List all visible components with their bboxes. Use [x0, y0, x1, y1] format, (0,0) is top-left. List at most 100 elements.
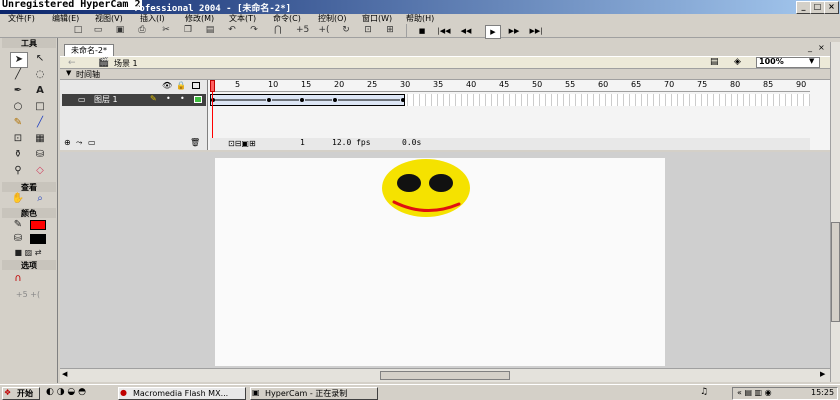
menu-edit[interactable]: 编辑(E)	[52, 13, 79, 24]
menu-text[interactable]: 文本(T)	[229, 13, 256, 24]
fill-color-icon[interactable]: ⛁	[10, 232, 26, 246]
onion-skin-icons[interactable]: ⊡⊟▣⊞	[228, 139, 256, 148]
brush-tool-icon[interactable]: ╱	[32, 116, 48, 130]
lasso-tool-icon[interactable]: ◌	[32, 68, 48, 82]
quicklaunch-icons[interactable]: ◐ ◑ ◒ ◓	[46, 387, 86, 397]
pencil-tool-icon[interactable]: ✎	[10, 116, 26, 130]
vscroll-thumb[interactable]	[831, 222, 840, 322]
delete-layer-icon[interactable]: 🗑	[190, 138, 200, 147]
line-tool-icon[interactable]: ╱	[10, 68, 26, 82]
save-icon[interactable]: ▣	[114, 25, 126, 36]
taskbar-flash[interactable]: Macromedia Flash MX...	[118, 387, 246, 400]
tick-label: 15	[301, 80, 312, 89]
vertical-scrollbar[interactable]	[830, 42, 840, 382]
go-to-end-button[interactable]: ▶▶|	[529, 25, 543, 37]
menu-command[interactable]: 命令(C)	[273, 13, 301, 24]
tick-label: 90	[796, 80, 807, 89]
insert-folder-icon[interactable]: ▭	[88, 138, 96, 147]
stroke-color-icon[interactable]: ✎	[10, 218, 26, 232]
new-file-icon[interactable]: □	[72, 25, 84, 36]
fill-transform-tool-icon[interactable]: ▦	[32, 132, 48, 146]
menu-insert[interactable]: 插入(I)	[140, 13, 165, 24]
step-forward-button[interactable]: ▶▶	[507, 25, 521, 37]
maximize-button[interactable]: □	[810, 1, 825, 14]
taskbar-hypercam[interactable]: HyperCam - 正在录制	[250, 387, 378, 400]
paint-bucket-tool-icon[interactable]: ⛁	[32, 148, 48, 162]
arrow-tool-icon[interactable]: ➤	[10, 52, 28, 68]
edit-symbol-icon[interactable]: ◈	[734, 57, 741, 67]
oval-tool-icon[interactable]: ○	[10, 100, 26, 114]
zoom-select[interactable]: 100% ▼	[756, 57, 820, 68]
fill-color-swatch[interactable]	[30, 234, 46, 244]
stage-canvas[interactable]	[215, 158, 665, 366]
rewind-button[interactable]: |◀◀	[437, 25, 451, 37]
smooth-icon[interactable]: +5	[296, 25, 309, 36]
subselect-tool-icon[interactable]: ↖	[32, 52, 48, 66]
menu-window[interactable]: 窗口(W)	[362, 13, 392, 24]
smiley-face-graphic[interactable]	[381, 158, 475, 218]
open-folder-icon[interactable]: ▭	[92, 25, 104, 36]
scene-icon: 🎬	[98, 58, 110, 68]
layer-row[interactable]: ▭ 图层 1 ✎ • •	[62, 94, 206, 106]
scroll-left-icon[interactable]: ◀	[62, 370, 67, 378]
close-button[interactable]: ×	[824, 1, 839, 14]
copy-icon[interactable]: ❐	[182, 25, 194, 36]
lock-icon[interactable]: 🔒	[176, 81, 186, 90]
pen-tool-icon[interactable]: ✒	[10, 84, 26, 98]
smooth-straighten-icons[interactable]: +5 +(	[8, 288, 48, 302]
menu-modify[interactable]: 修改(M)	[185, 13, 214, 24]
scroll-right-icon[interactable]: ▶	[820, 370, 825, 378]
step-back-button[interactable]: ◀◀	[459, 25, 473, 37]
print-icon[interactable]: ⎙	[136, 25, 148, 36]
snap-to-objects-icon[interactable]: ∩	[10, 272, 26, 286]
edit-scene-icon[interactable]: ▤	[710, 57, 719, 67]
stop-button[interactable]: ■	[415, 25, 429, 37]
doc-close-icon[interactable]: ×	[818, 43, 825, 52]
zoom-tool-icon[interactable]: ⌕	[32, 192, 48, 206]
back-arrow-icon[interactable]: ←	[68, 58, 76, 68]
rectangle-tool-icon[interactable]: □	[32, 100, 48, 114]
timeline-header[interactable]: ▼ 时间轴	[60, 69, 830, 80]
layer-name[interactable]: 图层 1	[94, 94, 118, 105]
eraser-tool-icon[interactable]: ◇	[32, 164, 48, 178]
menu-view[interactable]: 视图(V)	[95, 13, 123, 24]
layer-lock-dot[interactable]: •	[180, 94, 185, 103]
hand-tool-icon[interactable]: ✋	[10, 192, 26, 206]
snap-magnet-icon[interactable]: ⋂	[272, 25, 284, 36]
show-hide-icon[interactable]: 👁	[162, 81, 172, 90]
collapse-triangle-icon[interactable]: ▼	[66, 69, 71, 77]
tray-sound-icon[interactable]: ♫	[700, 387, 708, 397]
redo-icon[interactable]: ↷	[248, 25, 260, 36]
frames-area[interactable]: 1 5 10 15 20 25 30 35 40 45 50 55 60 65 …	[210, 80, 828, 150]
tray-icons[interactable]: « ▤ ▥ ◉	[737, 388, 772, 397]
align-icon[interactable]: ⊞	[384, 25, 396, 36]
tween-span[interactable]	[210, 94, 405, 106]
insert-layer-icon[interactable]: ⊕	[64, 138, 71, 147]
minimize-button[interactable]: _	[796, 1, 811, 14]
cut-icon[interactable]: ✂	[160, 25, 172, 36]
paste-icon[interactable]: ▤	[204, 25, 216, 36]
rotate-icon[interactable]: ↻	[340, 25, 352, 36]
outline-icon[interactable]	[192, 82, 200, 89]
doc-minimize-icon[interactable]: _	[808, 43, 812, 52]
layer-visible-dot[interactable]: •	[166, 94, 171, 103]
scale-icon[interactable]: ⊡	[362, 25, 374, 36]
text-tool-icon[interactable]: A	[32, 84, 48, 98]
playhead[interactable]	[210, 80, 215, 92]
horizontal-scrollbar[interactable]: ◀ ▶	[60, 368, 830, 382]
add-guide-layer-icon[interactable]: ⤳	[76, 138, 82, 148]
menu-bar: 文件(F) 编辑(E) 视图(V) 插入(I) 修改(M) 文本(T) 命令(C…	[0, 14, 840, 24]
straighten-icon[interactable]: +(	[318, 25, 330, 36]
color-swap-icons[interactable]: ■ ▨ ⇄	[8, 246, 48, 260]
ink-bottle-tool-icon[interactable]: ⚱	[10, 148, 26, 162]
menu-control[interactable]: 控制(O)	[318, 13, 347, 24]
play-button[interactable]: ▶	[485, 25, 501, 39]
menu-help[interactable]: 帮助(H)	[406, 13, 434, 24]
layer-outline-color[interactable]	[194, 96, 202, 103]
scroll-thumb[interactable]	[380, 371, 510, 380]
stroke-color-swatch[interactable]	[30, 220, 46, 230]
eyedropper-tool-icon[interactable]: ⚲	[10, 164, 26, 178]
undo-icon[interactable]: ↶	[226, 25, 238, 36]
menu-file[interactable]: 文件(F)	[8, 13, 35, 24]
free-transform-tool-icon[interactable]: ⊡	[10, 132, 26, 146]
